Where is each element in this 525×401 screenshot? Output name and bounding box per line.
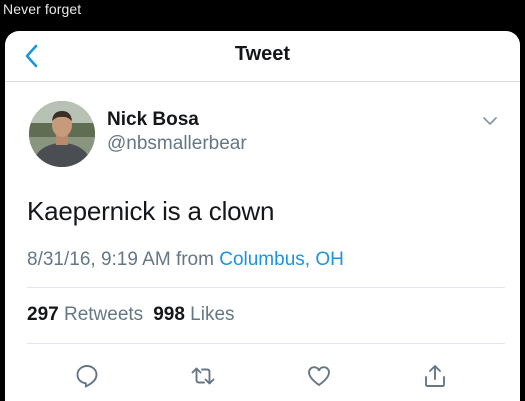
likes-count: 998: [153, 304, 185, 325]
retweets-label: Retweets: [63, 304, 144, 325]
chevron-down-icon[interactable]: [481, 114, 499, 128]
reply-button[interactable]: [67, 356, 107, 396]
avatar[interactable]: [29, 101, 95, 167]
from-label: from: [175, 249, 214, 270]
retweet-icon: [191, 367, 215, 385]
tweet-text: Kaepernick is a clown: [27, 196, 275, 226]
tweet-header: Tweet: [5, 31, 520, 82]
tweet-timestamp[interactable]: 8/31/16, 9:19 AM: [27, 249, 171, 270]
tweet-actions: [5, 356, 520, 396]
divider: [27, 287, 505, 288]
author-name[interactable]: Nick Bosa: [107, 109, 199, 131]
likes-label: Likes: [190, 304, 235, 325]
like-button[interactable]: [299, 356, 339, 396]
share-icon: [425, 365, 445, 387]
tweet-stats: 297 Retweets 998 Likes: [27, 304, 235, 326]
divider: [27, 343, 505, 344]
share-button[interactable]: [415, 356, 455, 396]
retweet-button[interactable]: [183, 356, 223, 396]
retweets-stat[interactable]: 297 Retweets: [27, 304, 143, 325]
like-icon: [308, 366, 330, 386]
page-title: Tweet: [234, 43, 291, 65]
post-caption: Never forget: [3, 1, 82, 17]
retweets-count: 297: [27, 304, 59, 325]
tweet-card: Tweet Nick Bosa @nbsmallerbear Kaepernic…: [5, 31, 520, 401]
author-handle[interactable]: @nbsmallerbear: [107, 133, 247, 155]
tweet-location[interactable]: Columbus, OH: [219, 249, 344, 270]
tweet-meta: 8/31/16, 9:19 AM from Columbus, OH: [27, 249, 344, 271]
likes-stat[interactable]: 998 Likes: [153, 304, 234, 325]
reply-icon: [76, 365, 98, 388]
